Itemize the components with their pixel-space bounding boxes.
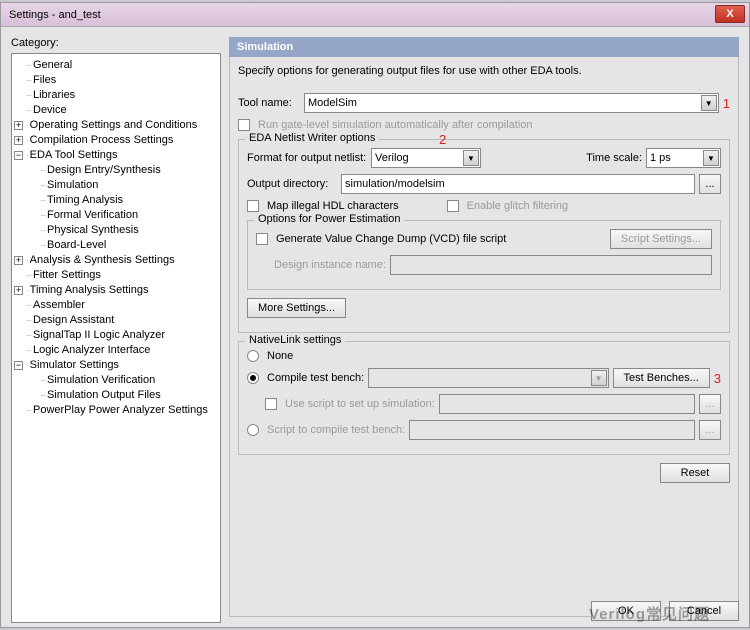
tree-item-fitter[interactable]: ···Fitter Settings — [14, 268, 218, 283]
format-value: Verilog — [375, 152, 409, 164]
window-title: Settings - and_test — [9, 9, 101, 21]
nativelink-group: NativeLink settings None Compile test be… — [238, 341, 730, 455]
tree-item-analysis[interactable]: +·Analysis & Synthesis Settings — [14, 253, 218, 268]
tree-item-formal[interactable]: ···Formal Verification — [14, 208, 218, 223]
script-compile-radio[interactable] — [247, 424, 259, 436]
tree-item-device[interactable]: ···Device — [14, 103, 218, 118]
browse-button[interactable]: ... — [699, 174, 721, 194]
tree-item-general[interactable]: ···General — [14, 58, 218, 73]
category-label: Category: — [11, 37, 221, 49]
script-compile-input — [409, 420, 695, 440]
tree-item-files[interactable]: ···Files — [14, 73, 218, 88]
tree-item-sim-verify[interactable]: ···Simulation Verification — [14, 373, 218, 388]
use-script-checkbox[interactable] — [265, 398, 277, 410]
run-gate-label: Run gate-level simulation automatically … — [258, 119, 533, 131]
watermark: Verilog常见问题 — [589, 603, 710, 624]
script-compile-label: Script to compile test bench: — [267, 424, 405, 436]
power-est-group: Options for Power Estimation Generate Va… — [247, 220, 721, 290]
category-tree[interactable]: ···General ···Files ···Libraries ···Devi… — [11, 53, 221, 623]
glitch-checkbox — [447, 200, 459, 212]
chevron-down-icon: ▼ — [463, 150, 479, 166]
collapse-icon: − — [14, 151, 23, 160]
tree-item-eda[interactable]: −·EDA Tool Settings — [14, 148, 218, 163]
test-benches-button[interactable]: Test Benches... — [613, 368, 710, 388]
tree-item-powerplay[interactable]: ···PowerPlay Power Analyzer Settings — [14, 403, 218, 418]
design-inst-input — [390, 255, 712, 275]
tree-item-physical[interactable]: ···Physical Synthesis — [14, 223, 218, 238]
browse-button: ... — [699, 420, 721, 440]
timescale-combo[interactable]: 1 ps ▼ — [646, 148, 721, 168]
none-radio[interactable] — [247, 350, 259, 362]
use-script-input — [439, 394, 695, 414]
map-illegal-checkbox[interactable] — [247, 200, 259, 212]
chevron-down-icon: ▼ — [701, 95, 717, 111]
tree-item-timing[interactable]: ···Timing Analysis — [14, 193, 218, 208]
titlebar[interactable]: Settings - and_test X — [1, 3, 749, 27]
vcd-checkbox[interactable] — [256, 233, 268, 245]
tree-item-operating[interactable]: +·Operating Settings and Conditions — [14, 118, 218, 133]
panel-title: Simulation — [229, 37, 739, 57]
compile-tb-combo[interactable]: ▼ — [368, 368, 608, 388]
tool-name-combo[interactable]: ModelSim ▼ — [304, 93, 719, 113]
power-est-title: Options for Power Estimation — [254, 213, 404, 225]
compile-tb-label: Compile test bench: — [267, 372, 364, 384]
design-inst-label: Design instance name: — [274, 259, 386, 271]
expand-icon: + — [14, 286, 23, 295]
script-settings-button: Script Settings... — [610, 229, 712, 249]
tree-item-compilation[interactable]: +·Compilation Process Settings — [14, 133, 218, 148]
settings-window: Settings - and_test X Category: ···Gener… — [0, 2, 750, 628]
none-label: None — [267, 350, 293, 362]
tree-item-timing-settings[interactable]: +·Timing Analysis Settings — [14, 283, 218, 298]
vcd-label: Generate Value Change Dump (VCD) file sc… — [276, 233, 506, 245]
use-script-label: Use script to set up simulation: — [285, 398, 435, 410]
expand-icon: + — [14, 136, 23, 145]
expand-icon: + — [14, 256, 23, 265]
browse-button: ... — [699, 394, 721, 414]
nativelink-title: NativeLink settings — [245, 334, 345, 346]
map-illegal-label: Map illegal HDL characters — [267, 200, 399, 212]
more-settings-button[interactable]: More Settings... — [247, 298, 346, 318]
tree-item-design-entry[interactable]: ···Design Entry/Synthesis — [14, 163, 218, 178]
tree-item-signaltap[interactable]: ···SignalTap II Logic Analyzer — [14, 328, 218, 343]
annotation-1: 1 — [723, 96, 730, 111]
glitch-label: Enable glitch filtering — [467, 200, 569, 212]
panel-description: Specify options for generating output fi… — [238, 65, 730, 77]
timescale-label: Time scale: — [586, 152, 642, 164]
tool-name-label: Tool name: — [238, 97, 300, 109]
panel-body: Specify options for generating output fi… — [229, 57, 739, 617]
tree-item-design-assistant[interactable]: ···Design Assistant — [14, 313, 218, 328]
tree-item-board[interactable]: ···Board-Level — [14, 238, 218, 253]
format-combo[interactable]: Verilog ▼ — [371, 148, 481, 168]
tool-name-value: ModelSim — [308, 97, 357, 109]
close-button[interactable]: X — [715, 5, 745, 23]
close-icon: X — [726, 8, 733, 20]
tree-item-simulation[interactable]: ···Simulation — [14, 178, 218, 193]
collapse-icon: − — [14, 361, 23, 370]
timescale-value: 1 ps — [650, 152, 671, 164]
expand-icon: + — [14, 121, 23, 130]
annotation-2: 2 — [439, 132, 446, 147]
tree-item-assembler[interactable]: ···Assembler — [14, 298, 218, 313]
compile-tb-radio[interactable] — [247, 372, 259, 384]
format-label: Format for output netlist: — [247, 152, 367, 164]
chevron-down-icon: ▼ — [591, 370, 607, 386]
output-dir-input[interactable]: simulation/modelsim — [341, 174, 695, 194]
annotation-3: 3 — [714, 371, 721, 386]
tree-item-libraries[interactable]: ···Libraries — [14, 88, 218, 103]
run-gate-checkbox[interactable] — [238, 119, 250, 131]
reset-button[interactable]: Reset — [660, 463, 730, 483]
tree-item-simulator[interactable]: −·Simulator Settings — [14, 358, 218, 373]
eda-writer-group: EDA Netlist Writer options 2 Format for … — [238, 139, 730, 333]
chevron-down-icon: ▼ — [703, 150, 719, 166]
output-dir-label: Output directory: — [247, 178, 337, 190]
eda-writer-title: EDA Netlist Writer options — [245, 132, 379, 144]
tree-item-sim-output[interactable]: ···Simulation Output Files — [14, 388, 218, 403]
tree-item-logic-analyzer[interactable]: ···Logic Analyzer Interface — [14, 343, 218, 358]
